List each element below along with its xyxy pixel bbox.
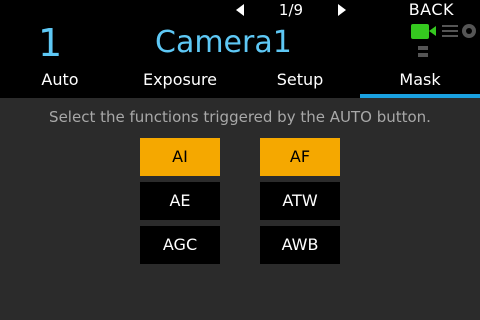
tab-bar: Auto Exposure Setup Mask	[0, 66, 480, 98]
function-af-button[interactable]: AF	[260, 138, 340, 176]
instruction-text: Select the functions triggered by the AU…	[49, 108, 431, 126]
function-awb-button[interactable]: AWB	[260, 226, 340, 264]
fan-icon	[462, 24, 476, 38]
tab-auto[interactable]: Auto	[0, 66, 120, 98]
back-button[interactable]: BACK	[409, 0, 454, 20]
function-agc-button[interactable]: AGC	[140, 226, 220, 264]
lens-icon	[442, 25, 458, 37]
video-camera-icon	[411, 24, 436, 39]
prev-page-icon[interactable]	[236, 4, 244, 16]
header: 1 Camera1	[0, 20, 480, 66]
tab-exposure[interactable]: Exposure	[120, 66, 240, 98]
top-bar: 1/9 BACK	[0, 0, 480, 20]
camera-number: 1	[38, 21, 63, 65]
camera-name: Camera1	[155, 25, 292, 60]
tab-mask[interactable]: Mask	[360, 66, 480, 98]
function-ae-button[interactable]: AE	[140, 182, 220, 220]
tab-setup[interactable]: Setup	[240, 66, 360, 98]
signal-icon	[418, 46, 428, 58]
function-ai-button[interactable]: AI	[140, 138, 220, 176]
function-atw-button[interactable]: ATW	[260, 182, 340, 220]
page-indicator: 1/9	[278, 1, 304, 19]
status-icons	[410, 22, 480, 62]
pager: 1/9	[226, 0, 356, 20]
next-page-icon[interactable]	[337, 4, 346, 16]
